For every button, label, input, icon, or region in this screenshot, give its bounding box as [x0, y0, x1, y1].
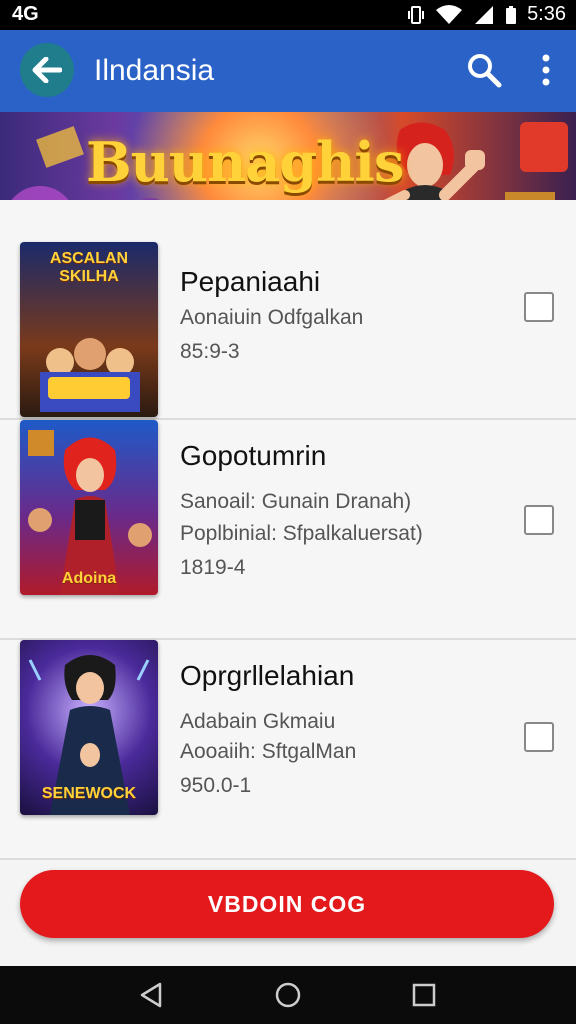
item-subtitle: Adabain Gkmaiu — [180, 710, 336, 733]
banner-title: Buunaghis — [86, 130, 404, 194]
item-title: Pepaniaahi — [180, 266, 321, 297]
search-icon[interactable] — [466, 52, 502, 88]
back-button[interactable] — [20, 43, 74, 97]
item-subtitle: Sanoail: Gunain Dranah) — [180, 490, 412, 513]
item-subtitle-2: Poplbinial: Sfpalkaluersat) — [180, 522, 423, 545]
item-title: Oprgrllelahian — [180, 660, 355, 691]
game-thumbnail: ASCALAN SKILHA — [20, 242, 158, 417]
item-code: 85:9-3 — [180, 340, 240, 363]
clock: 5:36 — [527, 3, 566, 25]
nav-home-icon[interactable] — [273, 980, 303, 1010]
primary-action-button[interactable]: VBDOIN COG — [20, 870, 554, 938]
system-nav-bar — [0, 966, 576, 1024]
list-item[interactable]: ASCALAN SKILHA Pepaniaahi Aonaiuin Odfga… — [0, 200, 576, 420]
game-thumbnail: Adoina — [20, 420, 158, 595]
item-subtitle-2: Aooaiih: SftgalMan — [180, 740, 357, 763]
thumbnail-caption: SENEWOCK — [41, 785, 137, 802]
item-checkbox[interactable] — [524, 505, 554, 535]
list-item[interactable]: SENEWOCK Oprgrllelahian Adabain Gkmaiu A… — [0, 640, 576, 860]
app-title: Ilndansia — [94, 54, 215, 87]
arrow-left-icon — [32, 57, 62, 83]
nav-back-icon[interactable] — [136, 980, 166, 1010]
network-label: 4G — [12, 3, 39, 25]
vibrate-icon — [408, 5, 425, 24]
item-title: Gopotumrin — [180, 440, 327, 471]
status-bar: 4G 5:36 — [0, 0, 576, 30]
game-thumbnail: SENEWOCK — [20, 640, 158, 815]
more-vert-icon[interactable] — [536, 52, 556, 88]
thumbnail-caption: ASCALAN SKILHA — [49, 250, 129, 285]
item-checkbox[interactable] — [524, 292, 554, 322]
wifi-icon — [436, 4, 463, 24]
nav-recents-icon[interactable] — [409, 980, 439, 1010]
thumbnail-caption: Adoina — [61, 570, 117, 587]
app-bar: Ilndansia — [0, 30, 576, 112]
item-code: 950.0-1 — [180, 774, 252, 797]
item-code: 1819-4 — [180, 556, 246, 579]
list-item[interactable]: Adoina Gopotumrin Sanoail: Gunain Dranah… — [0, 420, 576, 640]
thumbnail-art — [28, 430, 152, 595]
item-checkbox[interactable] — [524, 722, 554, 752]
signal-icon — [475, 5, 494, 24]
item-subtitle: Aonaiuin Odfgalkan — [180, 306, 364, 329]
battery-icon — [506, 5, 517, 24]
